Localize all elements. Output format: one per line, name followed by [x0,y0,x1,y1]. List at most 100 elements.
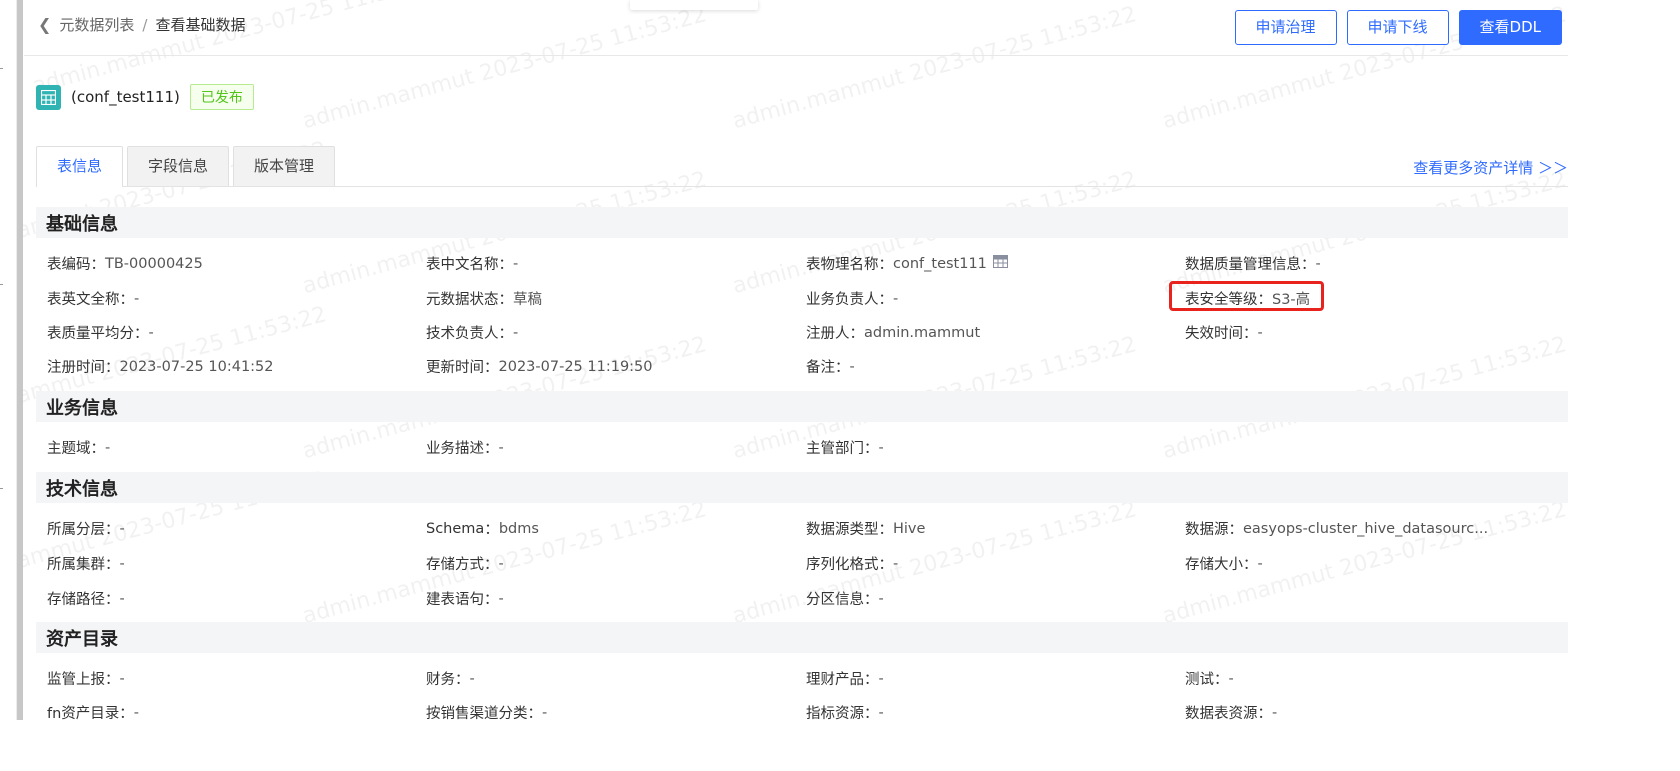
field-label: 存储方式 [426,557,484,573]
view-ddl-button[interactable]: 查看DDL [1458,10,1562,45]
field-value: admin.mammut [864,324,981,341]
field-value: 2023-07-25 10:41:52 [119,358,274,375]
field-value: - [513,255,519,272]
field-colon: ： [90,441,106,457]
field-value: - [105,439,111,456]
view-more-asset-details-link[interactable]: 查看更多资产详情 ＞＞ [1413,157,1568,178]
field-colon: ： [527,706,543,720]
section-title: 业务信息 [46,398,118,419]
section-basic-info: 基础信息 [36,207,1568,238]
field-label: 存储路径 [47,592,105,608]
field-label: 财务 [426,672,455,688]
status-badge: 已发布 [189,84,254,110]
field-colon: ： [105,360,120,376]
tab-version-management[interactable]: 版本管理 [233,146,336,186]
field-label: 失效时间 [1185,326,1243,342]
section-asset-catalog: 资产目录 [36,622,1568,653]
table-grid-icon[interactable] [992,255,1008,272]
field-value: - [498,439,504,456]
field-technical: 存储路径： - [47,588,125,609]
left-gutter [0,0,17,720]
breadcrumb-link-metadata-list[interactable]: 元数据列表 [59,14,134,35]
field-value: - [134,290,140,307]
field-colon: ： [90,257,106,273]
field-value: - [148,324,154,341]
field-colon: ： [484,522,499,538]
field-catalog: 按销售渠道分类： - [426,702,547,721]
field-value: - [893,290,899,307]
field-label: 存储大小 [1185,557,1243,573]
tab-table-info[interactable]: 表信息 [36,146,124,187]
field-basic: 注册时间： 2023-07-25 10:41:52 [47,356,274,377]
section-technical-info: 技术信息 [36,472,1568,503]
field-technical: 存储方式： - [426,553,504,574]
field-value: - [133,704,140,721]
field-value: - [119,555,125,572]
field-colon: ： [1214,672,1229,688]
field-label: 理财产品 [806,672,864,688]
section-title: 技术信息 [46,479,118,500]
field-catalog: fn资产目录： - [47,702,140,721]
field-label: 元数据状态 [426,292,499,308]
field-colon: ： [1301,257,1316,273]
field-basic: 表质量平均分： - [47,322,154,343]
highlight-annotation [1169,281,1324,311]
header-actions: 申请治理 申请下线 查看DDL [1234,10,1562,45]
field-label: 数据表资源 [1185,706,1258,720]
field-label: 注册人 [806,326,850,342]
field-basic: 备注： - [806,356,855,377]
field-colon: ： [498,292,514,308]
field-catalog: 理财产品： - [806,668,884,689]
field-colon: ： [849,326,865,342]
field-technical: 建表语句： - [426,588,504,609]
tabs-divider [36,186,1568,187]
field-value: - [119,590,125,607]
field-label: 所属集群 [47,557,105,573]
gutter-tick [0,68,3,69]
field-technical: 所属分层： - [47,518,125,539]
watermark: admin.mammut 2023-07-25 11:53:22 [730,497,1140,630]
field-colon: ： [878,292,894,308]
field-colon: ： [864,706,879,720]
field-label: 数据质量管理信息 [1185,257,1301,273]
field-label: 注册时间 [47,360,105,376]
field-value: 草稿 [513,292,542,308]
field-value: TB-00000425 [105,255,203,272]
field-colon: ： [1228,522,1244,538]
field-colon: ： [498,257,514,273]
section-business-info: 业务信息 [36,391,1568,422]
field-label: fn资产目录 [47,706,120,720]
field-label: 主题域 [47,441,91,457]
watermark: admin.mammut 2023-07-25 11:53:22 [300,497,710,630]
field-label: 序列化格式 [806,557,879,573]
vertical-scrollbar[interactable] [17,0,23,720]
field-value: - [469,670,475,687]
table-title: (conf_test111) [71,88,180,106]
field-basic: 表编码： TB-00000425 [47,253,203,274]
field-colon: ： [835,360,850,376]
chevron-left-icon[interactable]: ❮ [38,15,51,34]
field-business: 主管部门： - [806,437,884,458]
field-technical: 所属集群： - [47,553,125,574]
field-label: 表英文全称 [47,292,120,308]
field-technical: 存储大小： - [1185,553,1263,574]
field-label: 监管上报 [47,672,105,688]
page: admin.mammut 2023-07-25 11:53:22 admin.m… [0,0,1568,720]
field-basic: 元数据状态：草稿 [426,288,542,309]
dropdown-popup [630,0,758,10]
apply-governance-button[interactable]: 申请治理 [1234,10,1337,45]
apply-offline-button[interactable]: 申请下线 [1346,10,1449,45]
field-colon: ： [119,706,134,720]
field-value: - [119,520,125,537]
field-value: conf_test111 [893,255,987,272]
field-label: 表中文名称 [426,257,499,273]
field-colon: ： [105,592,120,608]
field-value: Hive [893,520,926,537]
field-label: 业务负责人 [806,292,879,308]
field-value: - [878,590,884,607]
field-colon: ： [878,522,894,538]
field-colon: ： [119,292,135,308]
field-colon: ： [878,557,894,573]
tab-field-info[interactable]: 字段信息 [127,146,230,186]
field-label: 测试 [1185,672,1214,688]
